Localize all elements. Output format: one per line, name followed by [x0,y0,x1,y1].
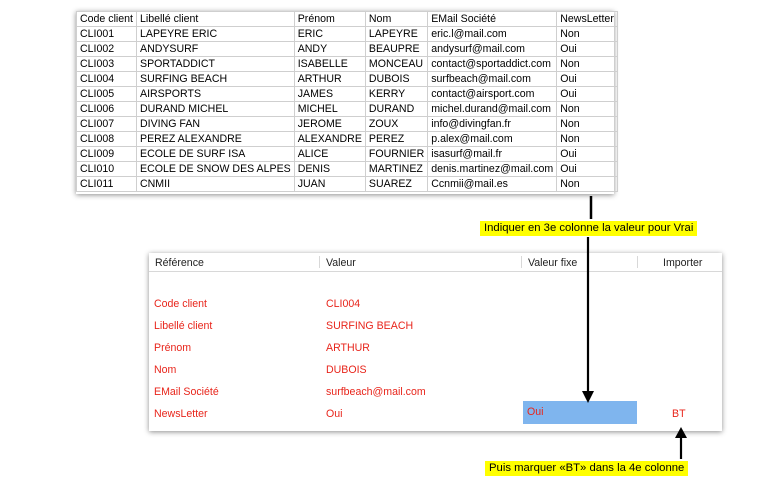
arrow-down-head [582,391,594,403]
arrow-up-head [675,427,687,438]
annotation-arrows [582,196,687,459]
